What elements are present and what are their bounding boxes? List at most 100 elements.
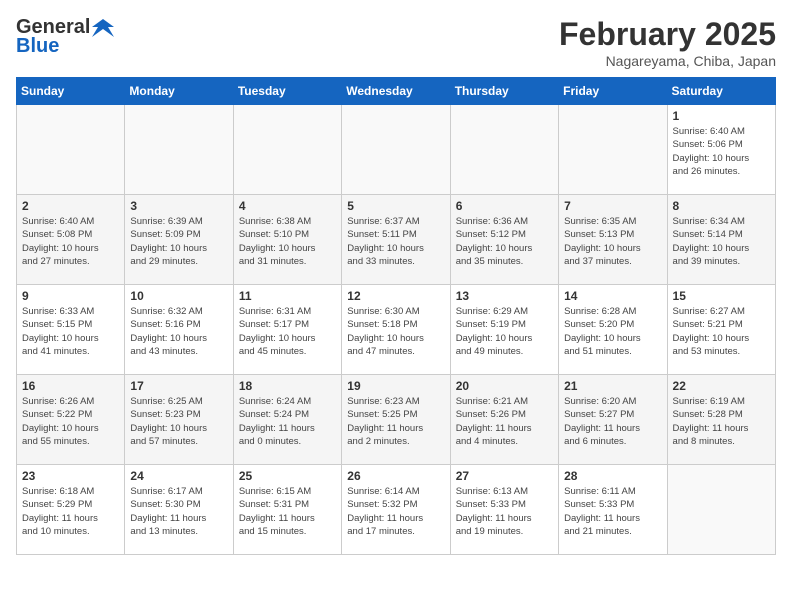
day-number: 7	[564, 199, 661, 213]
day-info: Sunrise: 6:11 AM Sunset: 5:33 PM Dayligh…	[564, 485, 661, 538]
day-info: Sunrise: 6:37 AM Sunset: 5:11 PM Dayligh…	[347, 215, 444, 268]
calendar-cell	[342, 105, 450, 195]
calendar-cell: 20 Sunrise: 6:21 AM Sunset: 5:26 PM Dayli…	[450, 375, 558, 465]
weekday-header-sunday: Sunday	[17, 78, 125, 105]
weekday-header-row: SundayMondayTuesdayWednesdayThursdayFrid…	[17, 78, 776, 105]
calendar-cell: 22 Sunrise: 6:19 AM Sunset: 5:28 PM Dayli…	[667, 375, 775, 465]
logo-bird-icon	[92, 19, 114, 37]
day-number: 3	[130, 199, 227, 213]
day-info: Sunrise: 6:28 AM Sunset: 5:20 PM Dayligh…	[564, 305, 661, 358]
calendar-cell: 1 Sunrise: 6:40 AM Sunset: 5:06 PM Daylig…	[667, 105, 775, 195]
day-info: Sunrise: 6:31 AM Sunset: 5:17 PM Dayligh…	[239, 305, 336, 358]
day-number: 27	[456, 469, 553, 483]
calendar-cell: 16 Sunrise: 6:26 AM Sunset: 5:22 PM Dayli…	[17, 375, 125, 465]
weekday-header-friday: Friday	[559, 78, 667, 105]
day-number: 24	[130, 469, 227, 483]
day-info: Sunrise: 6:23 AM Sunset: 5:25 PM Dayligh…	[347, 395, 444, 448]
calendar-cell: 3 Sunrise: 6:39 AM Sunset: 5:09 PM Daylig…	[125, 195, 233, 285]
calendar-cell: 8 Sunrise: 6:34 AM Sunset: 5:14 PM Daylig…	[667, 195, 775, 285]
calendar-cell: 9 Sunrise: 6:33 AM Sunset: 5:15 PM Daylig…	[17, 285, 125, 375]
calendar-cell: 19 Sunrise: 6:23 AM Sunset: 5:25 PM Dayli…	[342, 375, 450, 465]
weekday-header-tuesday: Tuesday	[233, 78, 341, 105]
day-info: Sunrise: 6:20 AM Sunset: 5:27 PM Dayligh…	[564, 395, 661, 448]
calendar-cell	[233, 105, 341, 195]
calendar-cell	[17, 105, 125, 195]
day-info: Sunrise: 6:14 AM Sunset: 5:32 PM Dayligh…	[347, 485, 444, 538]
logo: General Blue	[16, 16, 114, 58]
calendar-cell: 12 Sunrise: 6:30 AM Sunset: 5:18 PM Dayli…	[342, 285, 450, 375]
day-number: 10	[130, 289, 227, 303]
day-info: Sunrise: 6:29 AM Sunset: 5:19 PM Dayligh…	[456, 305, 553, 358]
calendar-cell: 5 Sunrise: 6:37 AM Sunset: 5:11 PM Daylig…	[342, 195, 450, 285]
day-number: 22	[673, 379, 770, 393]
day-number: 12	[347, 289, 444, 303]
day-number: 18	[239, 379, 336, 393]
day-number: 1	[673, 109, 770, 123]
weekday-header-wednesday: Wednesday	[342, 78, 450, 105]
calendar-cell: 23 Sunrise: 6:18 AM Sunset: 5:29 PM Dayli…	[17, 465, 125, 555]
day-number: 26	[347, 469, 444, 483]
calendar-week-row: 16 Sunrise: 6:26 AM Sunset: 5:22 PM Dayli…	[17, 375, 776, 465]
day-info: Sunrise: 6:32 AM Sunset: 5:16 PM Dayligh…	[130, 305, 227, 358]
calendar-cell: 26 Sunrise: 6:14 AM Sunset: 5:32 PM Dayli…	[342, 465, 450, 555]
calendar-cell: 15 Sunrise: 6:27 AM Sunset: 5:21 PM Dayli…	[667, 285, 775, 375]
day-number: 11	[239, 289, 336, 303]
day-info: Sunrise: 6:17 AM Sunset: 5:30 PM Dayligh…	[130, 485, 227, 538]
day-number: 20	[456, 379, 553, 393]
day-info: Sunrise: 6:38 AM Sunset: 5:10 PM Dayligh…	[239, 215, 336, 268]
day-number: 13	[456, 289, 553, 303]
day-info: Sunrise: 6:13 AM Sunset: 5:33 PM Dayligh…	[456, 485, 553, 538]
weekday-header-monday: Monday	[125, 78, 233, 105]
calendar-cell: 14 Sunrise: 6:28 AM Sunset: 5:20 PM Dayli…	[559, 285, 667, 375]
calendar-cell: 6 Sunrise: 6:36 AM Sunset: 5:12 PM Daylig…	[450, 195, 558, 285]
calendar-cell: 7 Sunrise: 6:35 AM Sunset: 5:13 PM Daylig…	[559, 195, 667, 285]
calendar-title: February 2025	[559, 16, 776, 53]
calendar-cell	[667, 465, 775, 555]
day-number: 4	[239, 199, 336, 213]
weekday-header-saturday: Saturday	[667, 78, 775, 105]
day-number: 14	[564, 289, 661, 303]
day-info: Sunrise: 6:40 AM Sunset: 5:06 PM Dayligh…	[673, 125, 770, 178]
calendar-cell: 10 Sunrise: 6:32 AM Sunset: 5:16 PM Dayli…	[125, 285, 233, 375]
calendar-body: 1 Sunrise: 6:40 AM Sunset: 5:06 PM Daylig…	[17, 105, 776, 555]
day-number: 9	[22, 289, 119, 303]
calendar-cell: 25 Sunrise: 6:15 AM Sunset: 5:31 PM Dayli…	[233, 465, 341, 555]
day-info: Sunrise: 6:40 AM Sunset: 5:08 PM Dayligh…	[22, 215, 119, 268]
day-info: Sunrise: 6:18 AM Sunset: 5:29 PM Dayligh…	[22, 485, 119, 538]
day-info: Sunrise: 6:39 AM Sunset: 5:09 PM Dayligh…	[130, 215, 227, 268]
day-info: Sunrise: 6:33 AM Sunset: 5:15 PM Dayligh…	[22, 305, 119, 358]
calendar-table: SundayMondayTuesdayWednesdayThursdayFrid…	[16, 77, 776, 555]
day-info: Sunrise: 6:21 AM Sunset: 5:26 PM Dayligh…	[456, 395, 553, 448]
day-info: Sunrise: 6:15 AM Sunset: 5:31 PM Dayligh…	[239, 485, 336, 538]
day-info: Sunrise: 6:26 AM Sunset: 5:22 PM Dayligh…	[22, 395, 119, 448]
calendar-week-row: 2Sunrise: 6:40 AM Sunset: 5:08 PM Daylig…	[17, 195, 776, 285]
calendar-week-row: 1 Sunrise: 6:40 AM Sunset: 5:06 PM Daylig…	[17, 105, 776, 195]
day-info: Sunrise: 6:36 AM Sunset: 5:12 PM Dayligh…	[456, 215, 553, 268]
calendar-cell: 4 Sunrise: 6:38 AM Sunset: 5:10 PM Daylig…	[233, 195, 341, 285]
calendar-cell: 27 Sunrise: 6:13 AM Sunset: 5:33 PM Dayli…	[450, 465, 558, 555]
calendar-cell	[559, 105, 667, 195]
title-area: February 2025 Nagareyama, Chiba, Japan	[559, 16, 776, 69]
calendar-cell: 13 Sunrise: 6:29 AM Sunset: 5:19 PM Dayli…	[450, 285, 558, 375]
calendar-cell: 2Sunrise: 6:40 AM Sunset: 5:08 PM Daylig…	[17, 195, 125, 285]
day-number: 23	[22, 469, 119, 483]
day-number: 16	[22, 379, 119, 393]
day-number: 6	[456, 199, 553, 213]
day-number: 19	[347, 379, 444, 393]
day-info: Sunrise: 6:34 AM Sunset: 5:14 PM Dayligh…	[673, 215, 770, 268]
day-info: Sunrise: 6:19 AM Sunset: 5:28 PM Dayligh…	[673, 395, 770, 448]
day-info: Sunrise: 6:24 AM Sunset: 5:24 PM Dayligh…	[239, 395, 336, 448]
day-number: 25	[239, 469, 336, 483]
calendar-week-row: 9 Sunrise: 6:33 AM Sunset: 5:15 PM Daylig…	[17, 285, 776, 375]
day-info: Sunrise: 6:25 AM Sunset: 5:23 PM Dayligh…	[130, 395, 227, 448]
day-number: 8	[673, 199, 770, 213]
day-number: 21	[564, 379, 661, 393]
calendar-cell	[450, 105, 558, 195]
calendar-cell: 21 Sunrise: 6:20 AM Sunset: 5:27 PM Dayli…	[559, 375, 667, 465]
day-number: 5	[347, 199, 444, 213]
calendar-cell: 18 Sunrise: 6:24 AM Sunset: 5:24 PM Dayli…	[233, 375, 341, 465]
day-info: Sunrise: 6:27 AM Sunset: 5:21 PM Dayligh…	[673, 305, 770, 358]
day-info: Sunrise: 6:35 AM Sunset: 5:13 PM Dayligh…	[564, 215, 661, 268]
day-number: 15	[673, 289, 770, 303]
day-info: Sunrise: 6:30 AM Sunset: 5:18 PM Dayligh…	[347, 305, 444, 358]
